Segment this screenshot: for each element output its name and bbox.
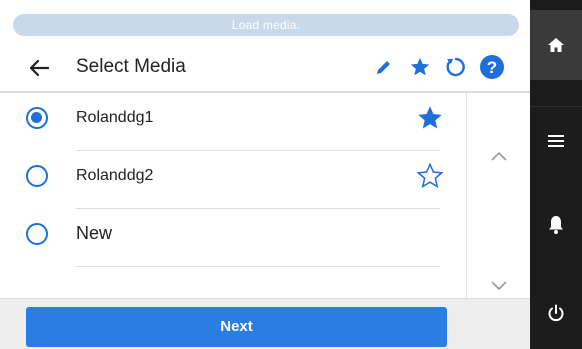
bell-icon <box>549 216 563 234</box>
media-list: Rolanddg1 Rolanddg2 New <box>0 93 466 298</box>
back-arrow-icon <box>29 59 49 77</box>
list-item[interactable]: Rolanddg2 <box>0 151 466 209</box>
help-icon: ? <box>480 55 504 79</box>
home-button[interactable] <box>530 10 582 80</box>
scroll-controls <box>466 93 530 298</box>
status-message: Load media. <box>13 14 519 36</box>
pencil-icon <box>377 61 390 74</box>
list-item[interactable]: New <box>0 209 466 267</box>
power-icon <box>548 304 564 322</box>
media-name: Rolanddg2 <box>76 167 154 184</box>
header-bar: Select Media ? <box>0 44 530 91</box>
star-outline-icon[interactable] <box>416 162 444 190</box>
refresh-button[interactable] <box>443 54 469 80</box>
radio-selected[interactable] <box>26 107 48 129</box>
next-button[interactable]: Next <box>26 307 447 347</box>
help-button[interactable]: ? <box>479 54 505 80</box>
star-icon <box>410 57 430 76</box>
page-title: Select Media <box>76 56 186 77</box>
svg-text:?: ? <box>487 58 497 77</box>
notifications-button[interactable] <box>530 190 582 260</box>
star-filled-icon[interactable] <box>416 104 444 132</box>
chevron-down-icon[interactable] <box>489 279 509 293</box>
chevron-up-icon[interactable] <box>489 149 509 163</box>
radio-unselected[interactable] <box>26 223 48 245</box>
radio-unselected[interactable] <box>26 165 48 187</box>
power-button[interactable] <box>530 278 582 348</box>
home-icon <box>548 38 564 52</box>
row-divider <box>76 266 440 267</box>
media-name: Rolanddg1 <box>76 109 154 126</box>
back-button[interactable] <box>22 52 56 84</box>
favorite-filter-button[interactable] <box>407 54 433 80</box>
menu-button[interactable] <box>530 106 582 176</box>
footer-bar: Next <box>0 298 530 349</box>
edit-button[interactable] <box>371 54 397 80</box>
menu-icon <box>548 135 564 147</box>
list-item[interactable]: Rolanddg1 <box>0 93 466 151</box>
media-name: New <box>76 223 113 243</box>
refresh-icon <box>446 57 465 77</box>
side-nav <box>530 0 582 349</box>
